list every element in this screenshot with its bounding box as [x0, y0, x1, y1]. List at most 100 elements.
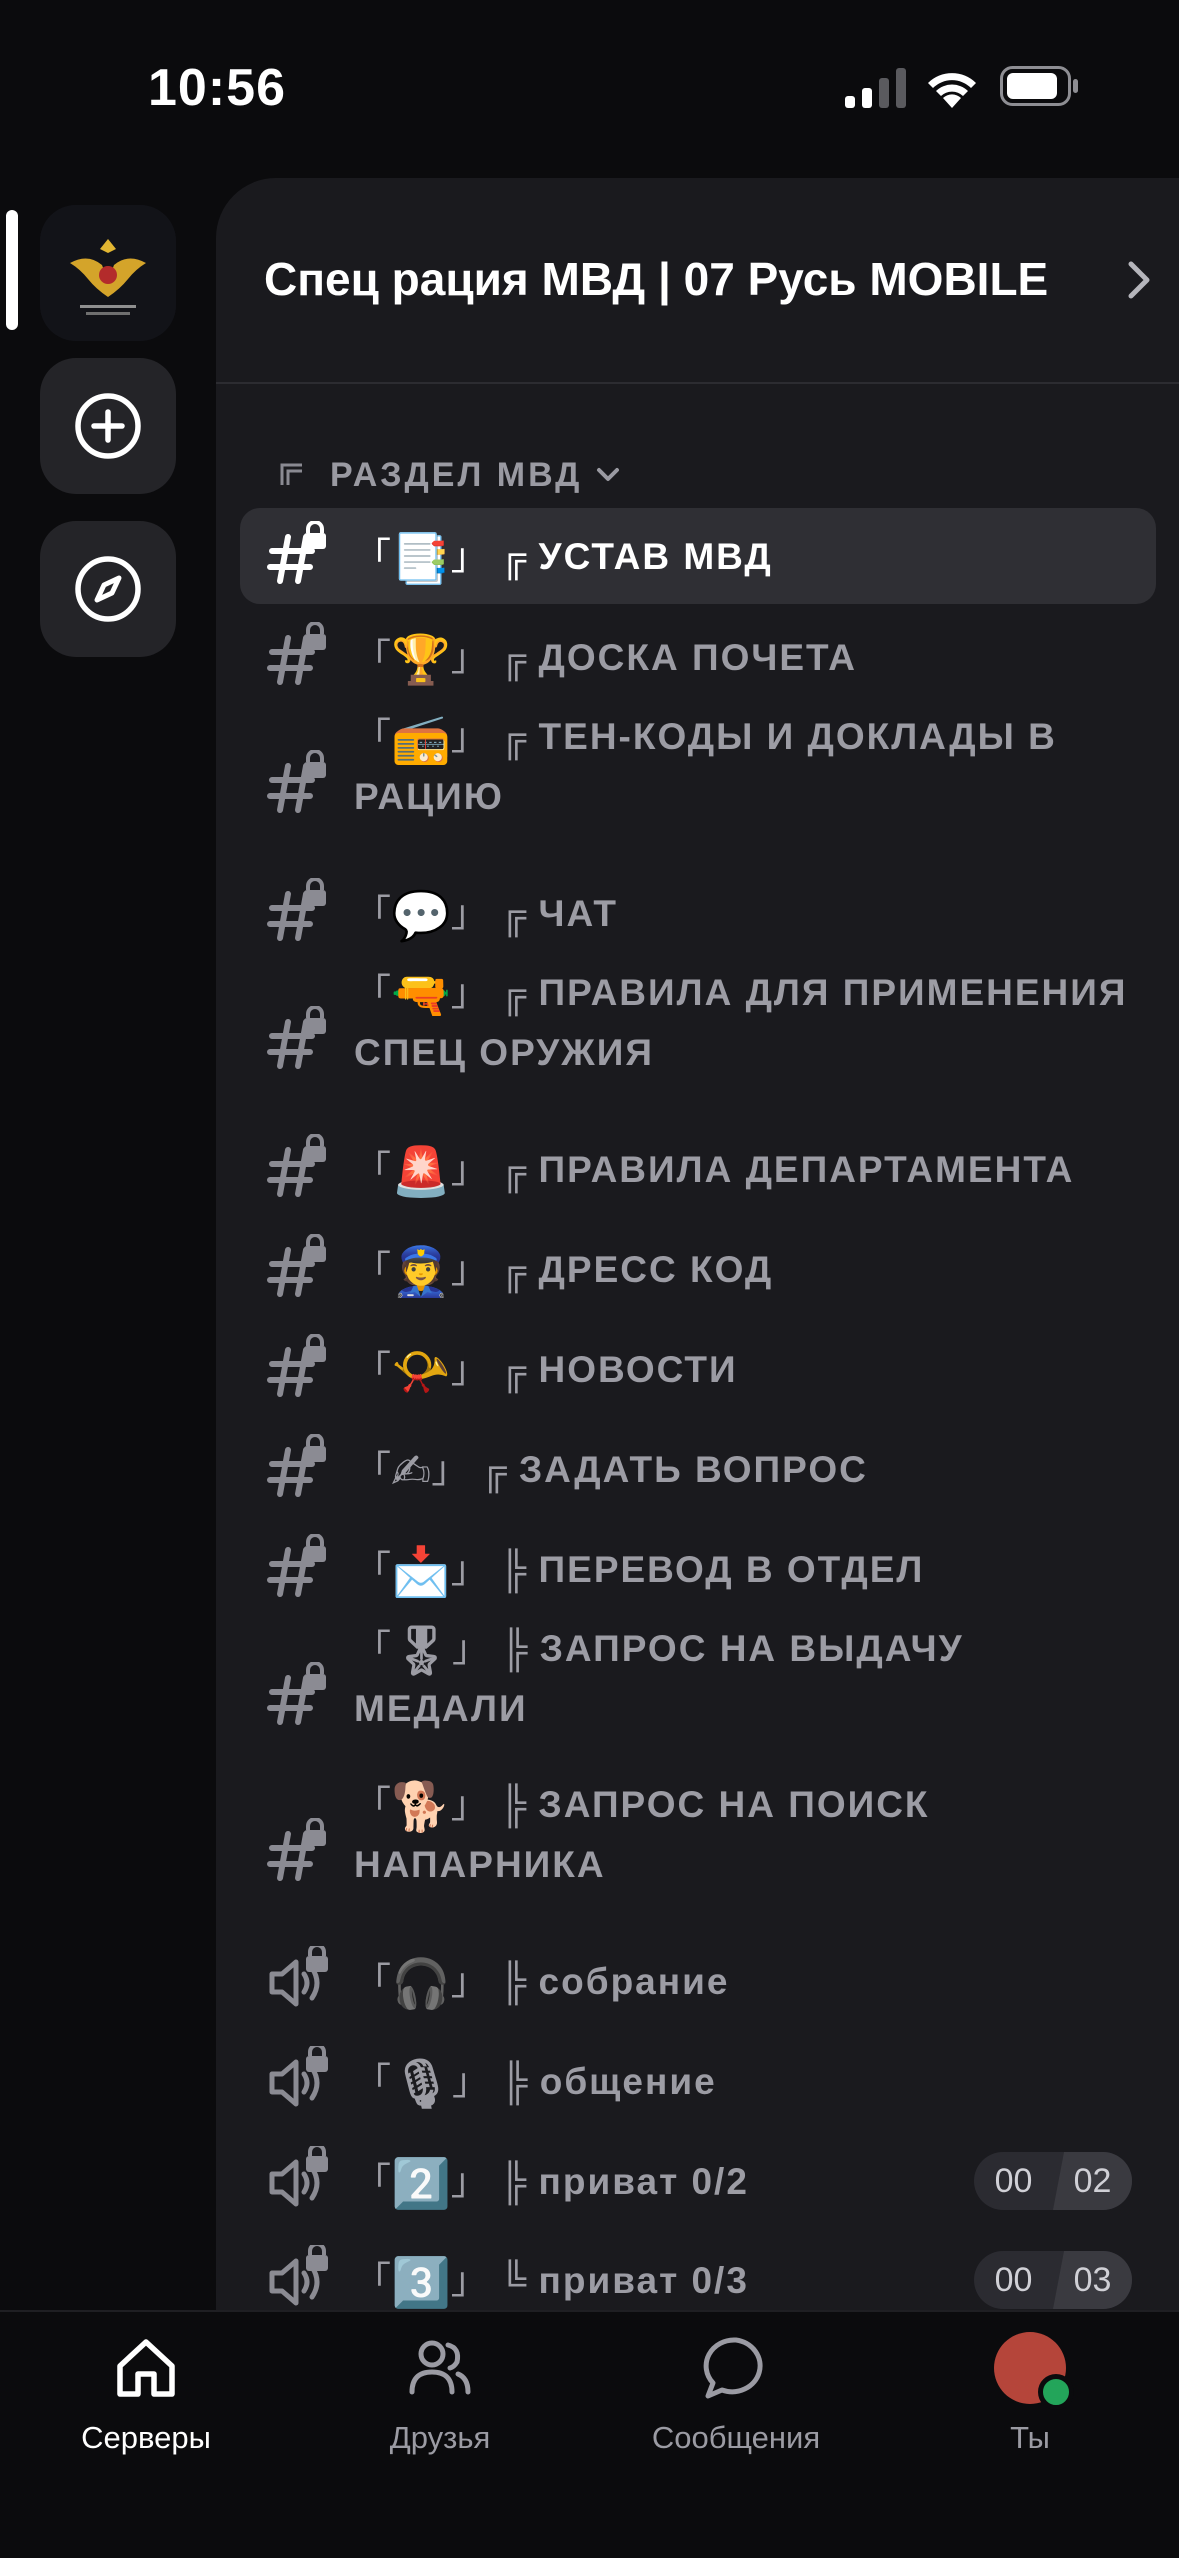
home-icon [117, 2339, 175, 2397]
channel-separator: ╚ [500, 2259, 527, 2301]
locked-text-channel-icon [264, 877, 334, 948]
text-channel-item[interactable]: 「🏆」 ╔ ДОСКА ПОЧЕТА [240, 608, 1156, 706]
text-channel-item[interactable]: 「💬」 ╔ ЧАТ [240, 864, 1156, 962]
channel-name: ЧАТ [538, 892, 619, 934]
text-channel-item[interactable]: 「📑」 ╔ УСТАВ МВД [240, 508, 1156, 604]
voice-channel-item[interactable]: 「🎙」 ╠ общение [240, 2032, 1156, 2130]
channel-label: 「👮」 ╔ ДРЕСС КОД [354, 1245, 774, 1299]
locked-text-channel-icon [264, 1817, 334, 1888]
channel-emoji: 2️⃣ [391, 2157, 451, 2211]
status-bar: 10:56 [0, 0, 1179, 170]
channel-separator: ╠ [500, 1960, 527, 2002]
tab-friends[interactable]: Друзья [310, 2332, 570, 2456]
channel-separator: ╠ [500, 1784, 527, 1825]
friends-icon [409, 2340, 471, 2395]
channel-separator: ╠ [500, 1548, 527, 1590]
channel-name: УСТАВ МВД [538, 535, 773, 577]
selected-server-indicator [6, 210, 18, 330]
voice-channel-item[interactable]: 「3️⃣」 ╚ приват 0/3 00 03 [240, 2232, 1156, 2310]
channel-separator: ╔ [500, 636, 527, 678]
channel-label: 「📯」 ╔ НОВОСТИ [354, 1345, 738, 1399]
text-channel-item[interactable]: 「📻」 ╔ ТЕН-КОДЫ И ДОКЛАДЫ В РАЦИЮ [240, 708, 1156, 862]
channel-label: 「✍」 ╔ ЗАДАТЬ ВОПРОС [354, 1445, 868, 1499]
locked-text-channel-icon [264, 1433, 334, 1504]
chevron-down-icon [597, 468, 620, 481]
channel-separator: ╠ [501, 2060, 528, 2102]
channel-separator: ╔ [500, 1348, 527, 1390]
channel-label: 「🏆」 ╔ ДОСКА ПОЧЕТА [354, 633, 858, 687]
badge-limit: 03 [1053, 2251, 1132, 2309]
tab-label: Друзья [389, 2420, 491, 2455]
text-channel-item[interactable]: 「🚨」 ╔ ПРАВИЛА ДЕПАРТАМЕНТА [240, 1120, 1156, 1218]
explore-servers-button[interactable] [40, 521, 176, 657]
tab-you[interactable]: Ты [900, 2332, 1160, 2456]
channel-name: приват 0/3 [538, 2259, 749, 2301]
text-channel-item[interactable]: 「✍」 ╔ ЗАДАТЬ ВОПРОС [240, 1420, 1156, 1518]
channel-emoji: 🔫 [391, 969, 451, 1022]
locked-voice-channel-icon [264, 2143, 334, 2216]
channel-label: 「🎧」 ╠ собрание [354, 1957, 730, 2011]
channel-emoji: 🚨 [391, 1145, 451, 1199]
channel-emoji: 📯 [391, 1345, 451, 1399]
channel-label: 「📻」 ╔ ТЕН-КОДЫ И ДОКЛАДЫ В РАЦИЮ [354, 713, 1057, 817]
cellular-signal-icon [845, 68, 906, 108]
text-channel-item[interactable]: 「📯」 ╔ НОВОСТИ [240, 1320, 1156, 1418]
tab-servers[interactable]: Серверы [16, 2332, 276, 2456]
channel-emoji: 3️⃣ [391, 2256, 451, 2310]
locked-text-channel-icon [264, 1005, 334, 1076]
channel-emoji: 🎖 [391, 1625, 452, 1678]
voice-user-count-badge: 00 03 [974, 2251, 1132, 2309]
status-time: 10:56 [148, 59, 286, 117]
voice-channel-item[interactable]: 「🎧」 ╠ собрание [240, 1932, 1156, 2030]
wifi-icon [928, 73, 976, 108]
badge-limit: 02 [1053, 2152, 1132, 2210]
channel-emoji: 🏆 [391, 633, 451, 687]
voice-channel-item[interactable]: 「2️⃣」 ╠ приват 0/2 00 02 [240, 2132, 1156, 2230]
corner-glyph-icon [280, 463, 302, 485]
channel-name: общение [539, 2060, 717, 2102]
channel-emoji: 📻 [391, 713, 451, 766]
text-channel-item[interactable]: 「🐕」 ╠ ЗАПРОС НА ПОИСК НАПАРНИКА [240, 1776, 1156, 1930]
channel-emoji: 👮 [391, 1245, 451, 1299]
online-status-dot [1038, 2374, 1074, 2410]
channel-name: ДОСКА ПОЧЕТА [538, 636, 858, 678]
locked-text-channel-icon [264, 1233, 334, 1304]
add-server-button[interactable] [40, 358, 176, 494]
channel-separator: ╔ [500, 1248, 527, 1290]
locked-text-channel-icon [264, 1133, 334, 1204]
chat-bubble-icon [703, 2337, 763, 2399]
bottom-tab-bar: Серверы Друзья Сообщения Ты [0, 2310, 1179, 2558]
voice-user-count-badge: 00 02 [974, 2152, 1132, 2210]
channel-label: 「🚨」 ╔ ПРАВИЛА ДЕПАРТАМЕНТА [354, 1145, 1075, 1199]
channel-emoji: 📑 [391, 532, 451, 586]
tab-label: Сообщения [651, 2420, 821, 2455]
locked-text-channel-icon [264, 520, 334, 591]
badge-current: 00 [994, 2260, 1033, 2299]
channel-separator: ╔ [500, 972, 527, 1013]
locked-text-channel-icon [264, 621, 334, 692]
channel-separator: ╔ [500, 716, 527, 757]
text-channel-item[interactable]: 「🎖」 ╠ ЗАПРОС НА ВЫДАЧУ МЕДАЛИ [240, 1620, 1156, 1774]
channel-emoji: 📩 [391, 1545, 451, 1599]
channel-label: 「🎖」 ╠ ЗАПРОС НА ВЫДАЧУ МЕДАЛИ [354, 1625, 964, 1729]
channel-emoji: 🎙 [391, 2057, 452, 2111]
channel-name: приват 0/2 [538, 2160, 749, 2202]
channel-panel: Спец рация МВД | 07 Русь MOBILE РАЗДЕЛ М… [216, 178, 1179, 2310]
channel-name: НОВОСТИ [538, 1348, 738, 1390]
channel-emoji: 🐕 [391, 1781, 451, 1834]
channel-emoji: 💬 [391, 889, 451, 943]
guild-header[interactable]: Спец рация МВД | 07 Русь MOBILE [216, 178, 1179, 384]
emblem-icon [40, 205, 176, 341]
text-channel-item[interactable]: 「🔫」 ╔ ПРАВИЛА ДЛЯ ПРИМЕНЕНИЯ СПЕЦ ОРУЖИЯ [240, 964, 1156, 1118]
tab-messages[interactable]: Сообщения [606, 2332, 866, 2456]
category-header[interactable]: РАЗДЕЛ МВД [280, 450, 622, 500]
channel-label: 「🐕」 ╠ ЗАПРОС НА ПОИСК НАПАРНИКА [354, 1781, 930, 1885]
text-channel-item[interactable]: 「👮」 ╔ ДРЕСС КОД [240, 1220, 1156, 1318]
locked-voice-channel-icon [264, 2242, 334, 2310]
channel-name: ДРЕСС КОД [538, 1248, 774, 1290]
channel-emoji: ✍ [391, 1445, 432, 1499]
text-channel-item[interactable]: 「📩」 ╠ ПЕРЕВОД В ОТДЕЛ [240, 1520, 1156, 1618]
server-icon-mvd[interactable] [40, 205, 176, 341]
channel-name: собрание [538, 1960, 730, 2002]
category-label: РАЗДЕЛ МВД [330, 455, 583, 494]
